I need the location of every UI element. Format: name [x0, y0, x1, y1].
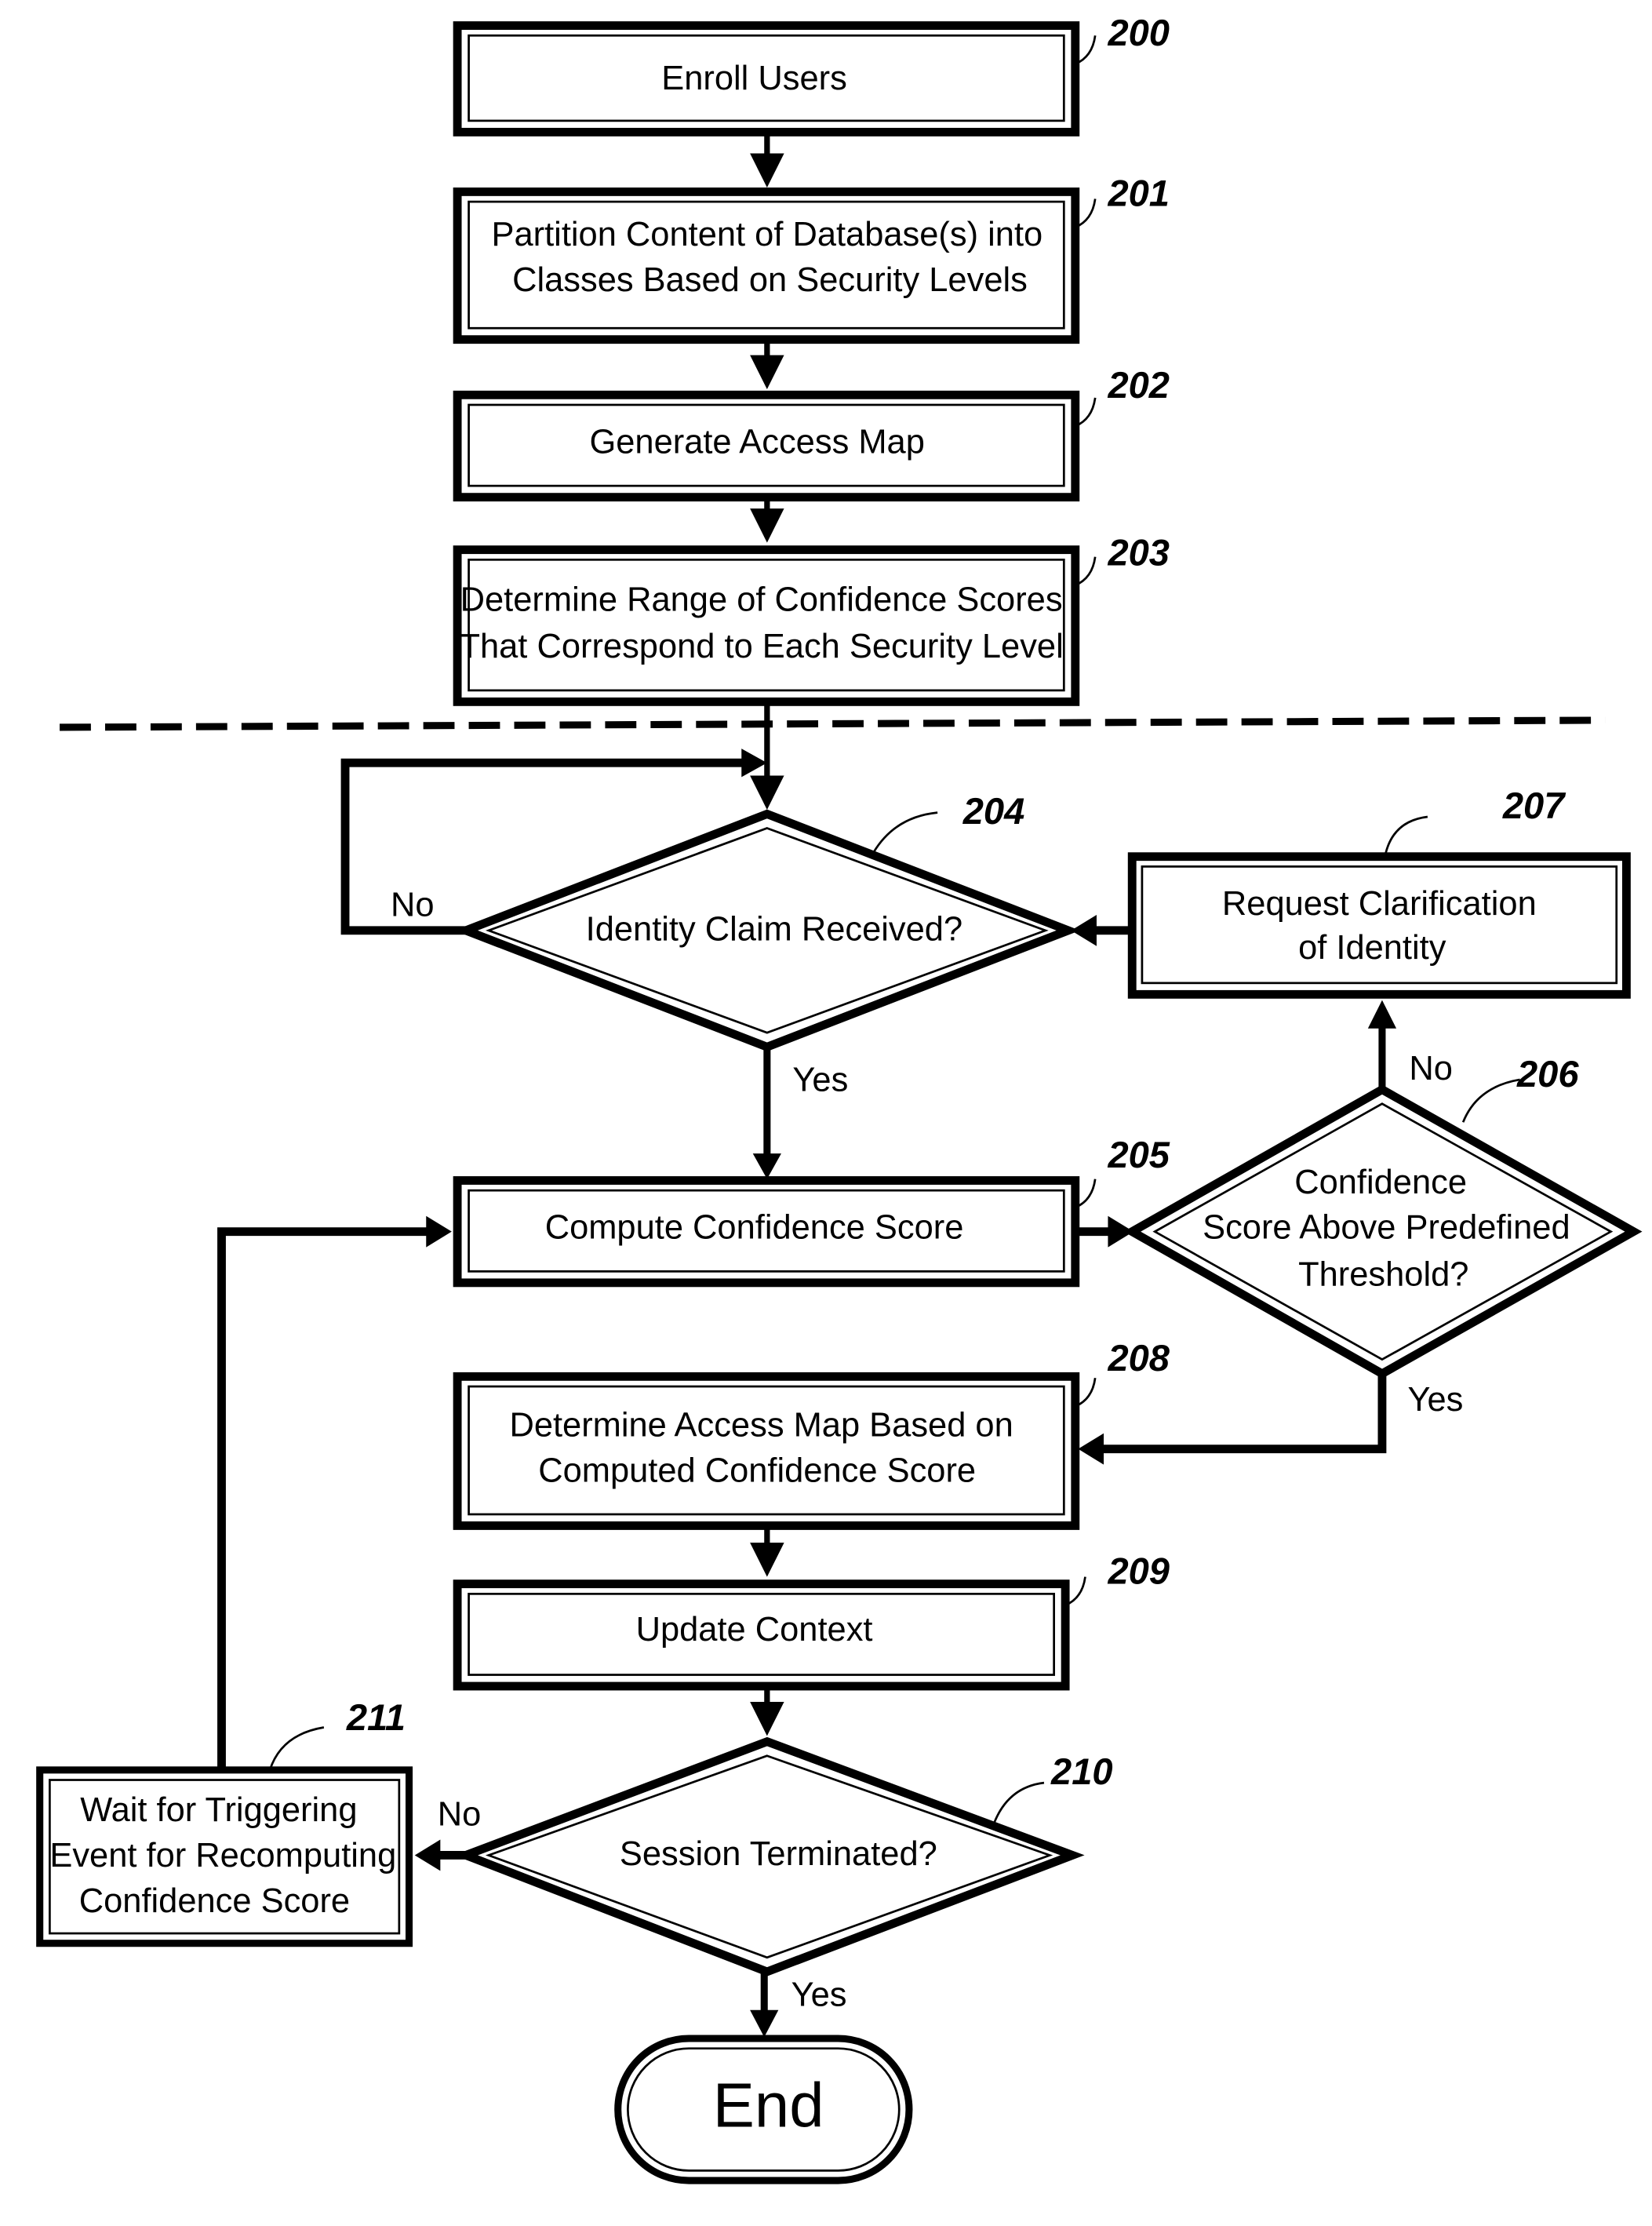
decision-204-identity-claim: Identity Claim Received? — [453, 809, 1080, 1052]
step-211-label-line1: Wait for Triggering — [80, 1791, 357, 1829]
step-209-update-context: Update Context — [453, 1579, 1070, 1691]
label-210-no: No — [438, 1795, 482, 1833]
terminator-end: End — [614, 2035, 913, 2184]
decision-206-label-line2: Score Above Predefined — [1203, 1209, 1570, 1247]
step-200-enroll-users: Enroll Users — [453, 21, 1080, 137]
leader-211 — [268, 1726, 325, 1771]
label-204-no: No — [391, 887, 435, 924]
step-211-wait-for-trigger: Wait for Triggering Event for Recomputin… — [36, 1766, 413, 1947]
ref-201: 201 — [1107, 173, 1170, 214]
step-208-label-line2: Computed Confidence Score — [538, 1452, 976, 1489]
decision-206-label-line3: Threshold? — [1298, 1255, 1468, 1293]
decision-210-label: Session Terminated? — [620, 1835, 937, 1873]
arrow-206-208-line — [1101, 1373, 1387, 1454]
arrow-210-211-head — [414, 1839, 441, 1871]
step-203-determine-range: Determine Range of Confidence Scores Tha… — [453, 545, 1080, 706]
ref-205: 205 — [1107, 1134, 1170, 1175]
step-205-label: Compute Confidence Score — [545, 1209, 964, 1247]
ref-210: 210 — [1050, 1751, 1113, 1792]
step-203-label-line1: Determine Range of Confidence Scores — [460, 581, 1063, 619]
step-207-label-line2: of Identity — [1298, 929, 1446, 967]
leader-206 — [1461, 1078, 1520, 1123]
decision-204-label: Identity Claim Received? — [586, 911, 963, 949]
step-209-label: Update Context — [636, 1611, 873, 1649]
decision-206-confidence-threshold: Confidence Score Above Predefined Thresh… — [1123, 1084, 1643, 1379]
phase-separator-dashed-line — [60, 716, 1606, 731]
step-203-label-line2: That Correspond to Each Security Level — [459, 628, 1063, 665]
ref-206: 206 — [1516, 1053, 1579, 1095]
arrow-206-208-head — [1078, 1433, 1104, 1465]
ref-209: 209 — [1107, 1550, 1170, 1592]
step-202-label: Generate Access Map — [589, 424, 924, 461]
loop-204-no-arrowhead — [741, 749, 767, 778]
step-200-label: Enroll Users — [661, 60, 847, 97]
step-208-label-line1: Determine Access Map Based on — [509, 1406, 1013, 1444]
label-210-yes: Yes — [791, 1976, 847, 2013]
ref-208: 208 — [1107, 1337, 1170, 1379]
ref-207: 207 — [1502, 785, 1566, 826]
step-201-partition-content: Partition Content of Database(s) into Cl… — [453, 187, 1080, 344]
step-201-label-line2: Classes Based on Security Levels — [512, 261, 1028, 299]
arrow-207-204-head — [1071, 914, 1097, 946]
ref-202: 202 — [1107, 364, 1170, 406]
leader-204 — [872, 811, 938, 853]
ref-204: 204 — [962, 790, 1025, 832]
decision-206-label-line1: Confidence — [1294, 1164, 1467, 1201]
step-207-request-clarification: Request Clarification of Identity — [1127, 852, 1631, 999]
leader-207 — [1384, 815, 1428, 857]
arrow-210-end-head — [750, 2009, 779, 2038]
step-202-generate-access-map: Generate Access Map — [453, 390, 1080, 502]
ref-203: 203 — [1107, 532, 1170, 574]
arrow-206-207-head — [1367, 1000, 1397, 1029]
step-205-compute-confidence: Compute Confidence Score — [453, 1176, 1080, 1288]
ref-211: 211 — [346, 1696, 406, 1738]
label-206-no: No — [1409, 1050, 1453, 1087]
ref-200: 200 — [1107, 12, 1170, 53]
arrow-211-205-head — [426, 1215, 452, 1248]
step-201-label-line1: Partition Content of Database(s) into — [492, 216, 1043, 253]
leader-210 — [993, 1781, 1045, 1823]
arrow-211-205-line — [217, 1227, 429, 1770]
label-204-yes: Yes — [792, 1061, 848, 1098]
end-label: End — [713, 2070, 824, 2140]
step-211-label-line2: Event for Recomputing — [49, 1837, 396, 1874]
decision-210-session-terminated: Session Terminated? — [453, 1736, 1085, 1976]
step-211-label-line3: Confidence Score — [79, 1882, 350, 1920]
flowchart: Enroll Users 200 Partition Content of Da… — [36, 12, 1643, 2184]
step-208-determine-access-map: Determine Access Map Based on Computed C… — [453, 1372, 1080, 1530]
label-206-yes: Yes — [1408, 1381, 1464, 1419]
arrow-204-205-head — [752, 1153, 781, 1179]
step-207-label-line1: Request Clarification — [1222, 885, 1537, 923]
